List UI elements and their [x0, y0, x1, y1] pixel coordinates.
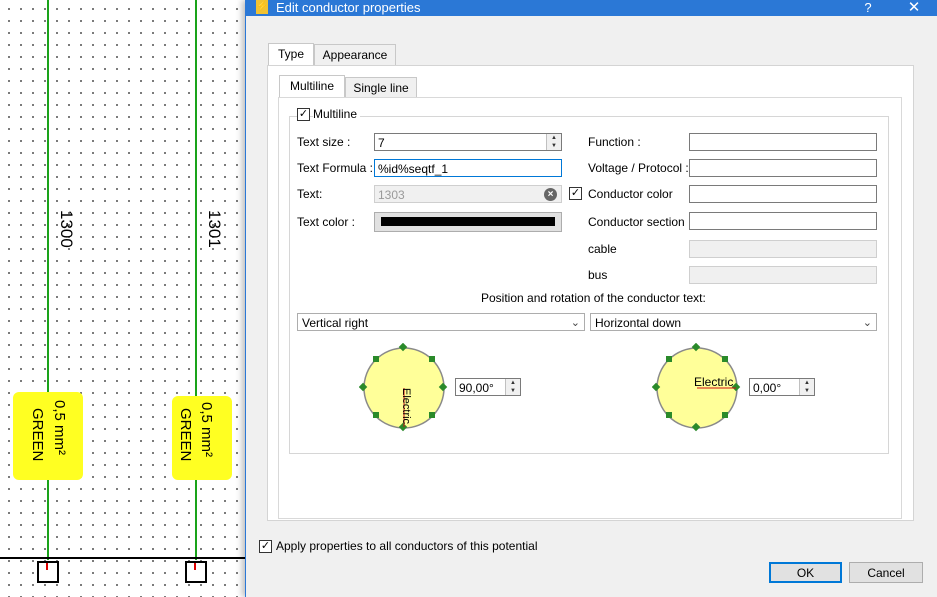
wire-section-label: 0,5 mm² [51, 400, 68, 456]
ok-button[interactable]: OK [769, 562, 842, 583]
spin-arrows[interactable]: ▲ ▼ [505, 379, 520, 395]
terminal-symbol[interactable] [37, 561, 59, 583]
bus-label: bus [588, 268, 608, 282]
position-handle [722, 412, 728, 418]
vertical-position-select[interactable]: Vertical right ⌄ [297, 313, 585, 331]
wire-color-label: GREEN [177, 408, 194, 462]
tab-multiline[interactable]: Multiline [279, 75, 345, 98]
multiline-subpanel: ✓ Multiline Text size : 7 ▲ ▼ Text Formul… [278, 97, 902, 519]
position-handle [429, 412, 435, 418]
position-rotation-label: Position and rotation of the conductor t… [481, 291, 706, 305]
color-swatch [381, 217, 555, 226]
wire-number-label: 1300 [57, 210, 76, 248]
spin-arrows[interactable]: ▲ ▼ [799, 379, 814, 395]
conductor-color-label: Conductor color [588, 187, 673, 201]
app-icon: ⚡ [256, 0, 269, 14]
text-input[interactable]: 1303 × [374, 185, 562, 203]
highlight-mark [13, 392, 83, 480]
help-button[interactable]: ? [858, 0, 878, 15]
conductor-color-checkbox[interactable]: ✓ [569, 187, 582, 200]
text-label: Text: [297, 187, 323, 201]
apply-all-label: Apply properties to all conductors of th… [276, 539, 538, 553]
cable-input[interactable] [689, 240, 877, 258]
function-label: Function : [588, 135, 641, 149]
conductor-color-input[interactable] [689, 185, 877, 203]
text-formula-label: Text Formula : [297, 161, 374, 175]
cancel-button[interactable]: Cancel [849, 562, 923, 583]
text-formula-input[interactable]: %id%seqtf_1 [374, 159, 562, 177]
horizontal-angle-value: 0,00° [753, 381, 782, 395]
horizontal-position-value: Horizontal down [595, 316, 682, 330]
text-size-label: Text size : [297, 135, 351, 149]
position-handle [373, 412, 379, 418]
text-value: 1303 [378, 188, 405, 202]
type-tab-panel: Multiline Single line ✓ Multiline Text s… [267, 65, 914, 521]
preview-text: Electric [694, 375, 733, 389]
vertical-text-position-picker[interactable]: Electric [359, 343, 449, 433]
conductor-section-input[interactable] [689, 212, 877, 230]
spin-arrows[interactable]: ▲ ▼ [546, 134, 561, 150]
chevron-down-icon: ⌄ [570, 317, 580, 329]
dialog-title: Edit conductor properties [276, 0, 421, 15]
tab-type[interactable]: Type [268, 43, 314, 66]
edit-conductor-dialog: ⚡ Edit conductor properties ? ✕ Type App… [245, 0, 937, 597]
wire-section-label: 0,5 mm² [198, 402, 215, 458]
vertical-angle-value: 90,00° [459, 381, 494, 395]
conductor-section-label: Conductor section [588, 215, 685, 229]
text-size-value: 7 [378, 136, 385, 150]
title-bar[interactable]: ⚡ Edit conductor properties ? ✕ [246, 0, 937, 16]
apply-all-checkbox[interactable]: ✓ [259, 540, 272, 553]
bus-line [0, 557, 260, 559]
horizontal-angle-spinbox[interactable]: 0,00° ▲ ▼ [749, 378, 815, 396]
cable-label: cable [588, 242, 617, 256]
text-color-label: Text color : [297, 215, 356, 229]
clear-icon[interactable]: × [544, 188, 557, 201]
tab-appearance[interactable]: Appearance [314, 44, 396, 65]
horizontal-text-position-picker[interactable]: Electric [652, 343, 742, 433]
wire-number-label: 1301 [205, 210, 224, 248]
multiline-checkbox-label: Multiline [313, 107, 361, 121]
vertical-position-value: Vertical right [302, 316, 369, 330]
function-input[interactable] [689, 133, 877, 151]
chevron-down-icon: ⌄ [862, 317, 872, 329]
horizontal-position-select[interactable]: Horizontal down ⌄ [590, 313, 877, 331]
preview-text: Electric [400, 388, 412, 425]
terminal-symbol[interactable] [185, 561, 207, 583]
tab-single-line[interactable]: Single line [345, 77, 417, 98]
position-handle [373, 356, 379, 362]
text-color-button[interactable] [374, 212, 562, 232]
voltage-protocol-label: Voltage / Protocol : [588, 161, 689, 175]
wire-color-label: GREEN [29, 408, 46, 462]
position-handle [722, 356, 728, 362]
bus-input[interactable] [689, 266, 877, 284]
position-handle [429, 356, 435, 362]
voltage-protocol-input[interactable] [689, 159, 877, 177]
vertical-angle-spinbox[interactable]: 90,00° ▲ ▼ [455, 378, 521, 396]
text-size-spinbox[interactable]: 7 ▲ ▼ [374, 133, 562, 151]
position-handle [666, 356, 672, 362]
text-formula-value: %id%seqtf_1 [378, 162, 449, 176]
multiline-checkbox[interactable]: ✓ [297, 108, 310, 121]
close-button[interactable]: ✕ [902, 0, 926, 15]
position-handle [666, 412, 672, 418]
